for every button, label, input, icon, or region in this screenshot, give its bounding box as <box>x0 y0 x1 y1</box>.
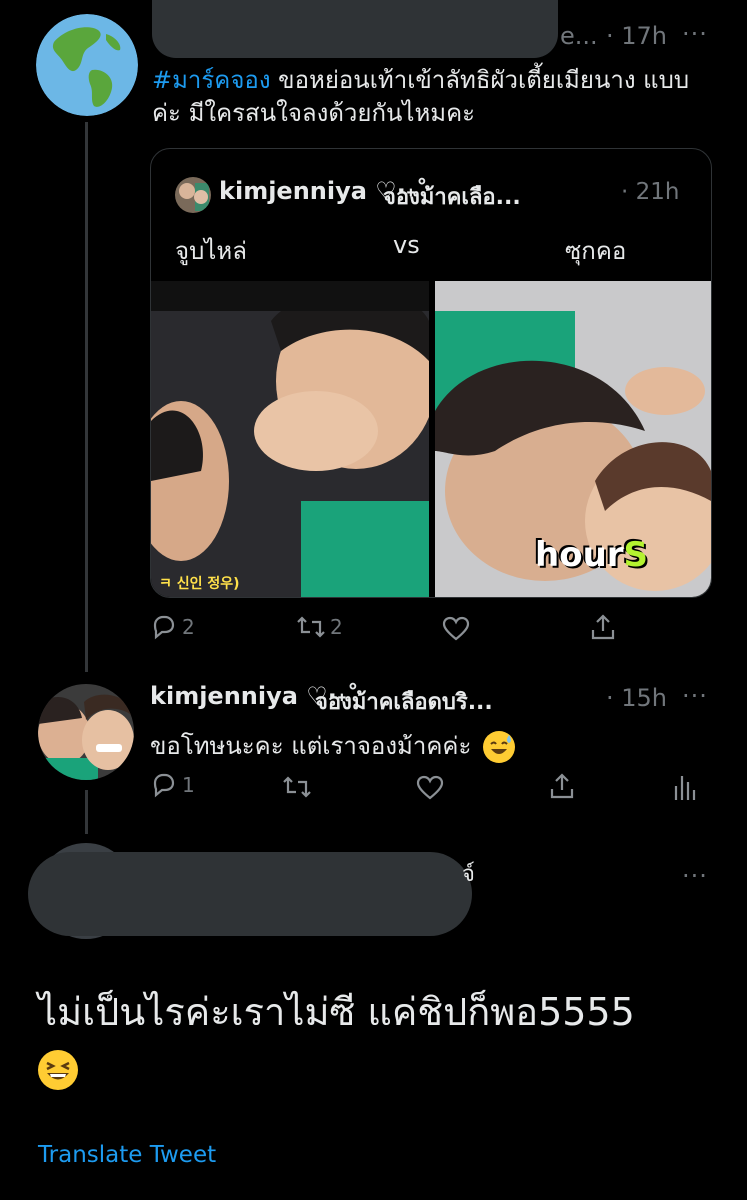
more-icon[interactable]: ··· <box>682 20 708 48</box>
share-button[interactable] <box>590 613 616 641</box>
quote-author-handle: จองม้าคเลือ... <box>383 185 521 210</box>
retweet-button[interactable] <box>282 774 312 800</box>
reply-button[interactable]: 1 <box>150 772 195 798</box>
quote-caption-vs: vs <box>393 231 420 259</box>
retweet-icon <box>283 776 311 798</box>
avatar[interactable] <box>38 684 134 780</box>
author-name-fragment: จ์ <box>462 862 475 887</box>
image-overlay-text: ㅋ 신인 정우) <box>159 576 240 592</box>
reply-count: 1 <box>182 773 195 797</box>
name-tail: e... <box>560 22 598 50</box>
retweet-icon <box>297 616 325 638</box>
quote-avatar <box>175 177 211 213</box>
reply-author-handle[interactable]: จองม้าคเลือดบริ... <box>315 684 493 719</box>
share-icon <box>550 773 574 799</box>
share-button[interactable] <box>549 772 575 800</box>
like-icon <box>416 775 444 800</box>
reply-count: 2 <box>182 615 195 639</box>
reply-main-text: ไม่เป็นไรค่ะเราไม่ซี แค่ชิปก็พอ5555 <box>38 986 708 1090</box>
globe-icon <box>36 14 138 116</box>
reply-button[interactable]: 2 <box>150 614 195 640</box>
retweet-button[interactable]: 2 <box>296 614 343 640</box>
thread-line <box>85 790 88 834</box>
redaction-bar <box>152 0 558 58</box>
thread-line <box>85 122 88 672</box>
reply-icon <box>153 615 175 640</box>
quote-caption-left: จูบไหล่ <box>175 237 247 265</box>
reply-time[interactable]: · 15h <box>606 684 667 712</box>
quote-tweet-card[interactable]: kimjenniya ♡·˖˚ จองม้าคเลือ... · 21h จูบ… <box>150 148 712 598</box>
sweat-smile-emoji-icon <box>482 731 515 763</box>
avatar[interactable] <box>36 14 138 116</box>
quote-image-right[interactable]: hourS <box>435 281 711 597</box>
hashtag-link[interactable]: #มาร์คจอง <box>152 66 271 94</box>
laughing-emoji-icon <box>38 1049 78 1090</box>
redaction-bar <box>28 852 472 936</box>
share-icon <box>591 614 615 640</box>
more-icon[interactable]: ··· <box>682 682 708 710</box>
tweet-time[interactable]: · 17h <box>606 22 667 50</box>
quote-image-left[interactable]: ㅋ 신인 정우) <box>151 281 429 597</box>
analytics-icon <box>674 776 696 800</box>
like-button[interactable] <box>416 775 444 801</box>
retweet-count: 2 <box>330 615 343 639</box>
tweet-text: #มาร์คจอง ขอหย่อนเท้าเข้าลัทธิผัวเตี้ยเม… <box>152 64 712 130</box>
image-overlay-hours: hourS <box>535 535 649 575</box>
quote-caption-right: ซุกคอ <box>565 237 627 265</box>
like-icon <box>442 616 470 641</box>
analytics-button[interactable] <box>672 772 696 802</box>
more-icon[interactable]: ··· <box>682 862 708 890</box>
like-button[interactable] <box>442 616 470 642</box>
quote-time: · 21h <box>621 179 680 205</box>
reply-text: ขอโทษนะคะ แต่เราจองม้าคค่ะ <box>150 726 515 765</box>
reply-icon <box>153 773 175 798</box>
translate-tweet-link[interactable]: Translate Tweet <box>38 1142 216 1168</box>
